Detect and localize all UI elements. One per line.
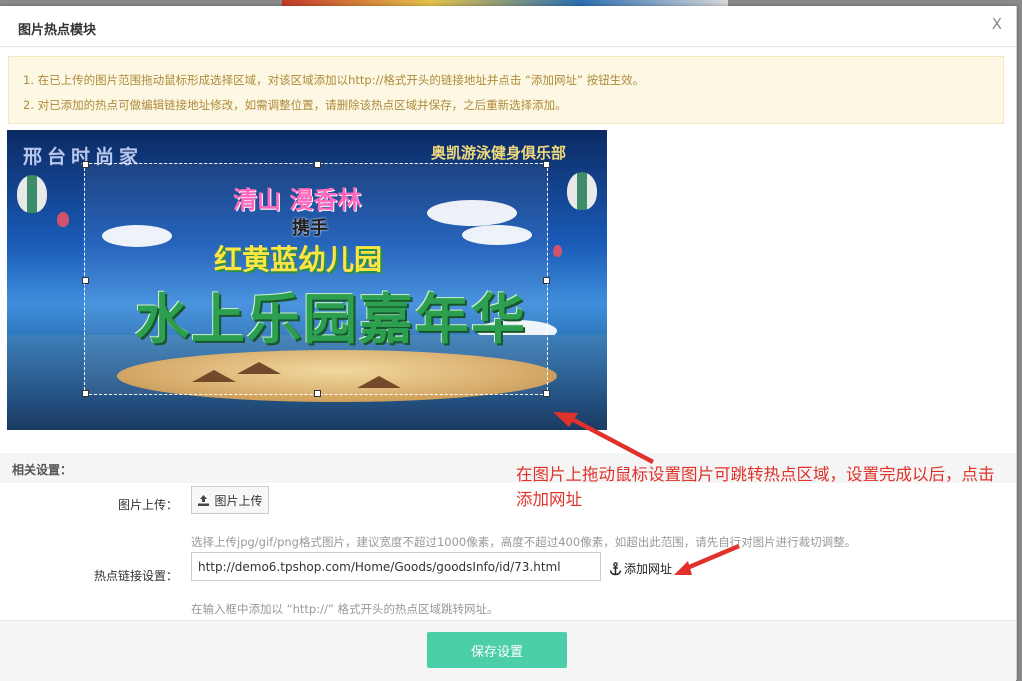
resize-handle[interactable] <box>543 277 550 284</box>
upload-icon <box>198 494 210 506</box>
dialog-title: 图片热点模块 <box>18 23 97 38</box>
notice-line-1: 1. 在已上传的图片范围拖动鼠标形成选择区域，对该区域添加以http://格式开… <box>23 73 645 87</box>
upload-button-label: 图片上传 <box>214 493 263 508</box>
resize-handle[interactable] <box>82 161 89 168</box>
balloon <box>553 245 562 257</box>
add-link-label: 添加网址 <box>624 562 673 576</box>
resize-handle[interactable] <box>543 390 550 397</box>
resize-handle[interactable] <box>314 390 321 397</box>
anchor-icon <box>609 561 622 575</box>
section-title: 相关设置： <box>12 463 73 477</box>
save-button[interactable]: 保存设置 <box>427 632 567 668</box>
balloon <box>17 175 47 213</box>
annotation-text: 在图片上拖动鼠标设置图片可跳转热点区域，设置完成以后，点击添加网址 <box>516 465 995 509</box>
resize-handle[interactable] <box>82 277 89 284</box>
resize-handle[interactable] <box>314 161 321 168</box>
dialog-header: 图片热点模块 X <box>0 6 1016 47</box>
add-link-button[interactable]: 添加网址 <box>609 560 672 577</box>
upload-hint: 选择上传jpg/gif/png格式图片，建议宽度不超过1000像素，高度不超过4… <box>191 535 857 549</box>
link-label: 热点链接设置： <box>93 569 178 583</box>
resize-handle[interactable] <box>543 161 550 168</box>
banner-top-right-text: 奥凯游泳健身俱乐部 <box>431 144 567 162</box>
hotspot-selection-box[interactable] <box>82 161 550 397</box>
link-hint: 在输入框中添加以 “http://” 格式开头的热点区域跳转网址。 <box>191 602 499 616</box>
notice-line-2: 2. 对已添加的热点可做编辑链接地址修改，如需调整位置，请删除该热点区域并保存，… <box>23 98 567 112</box>
resize-handle[interactable] <box>82 390 89 397</box>
hotspot-image[interactable]: 邢台时尚家 奥凯游泳健身俱乐部 清山 漫香林 携手 红黄蓝幼儿园 水上乐园嘉年华 <box>7 130 607 430</box>
close-icon[interactable]: X <box>992 15 1002 33</box>
hotspot-link-input[interactable] <box>191 552 601 581</box>
balloon <box>57 212 69 227</box>
upload-label: 图片上传： <box>117 498 178 512</box>
dialog-footer: 保存设置 <box>0 620 1016 681</box>
balloon <box>567 172 597 210</box>
upload-button[interactable]: 图片上传 <box>191 486 269 514</box>
notice-box: 1. 在已上传的图片范围拖动鼠标形成选择区域，对该区域添加以http://格式开… <box>8 56 1004 124</box>
